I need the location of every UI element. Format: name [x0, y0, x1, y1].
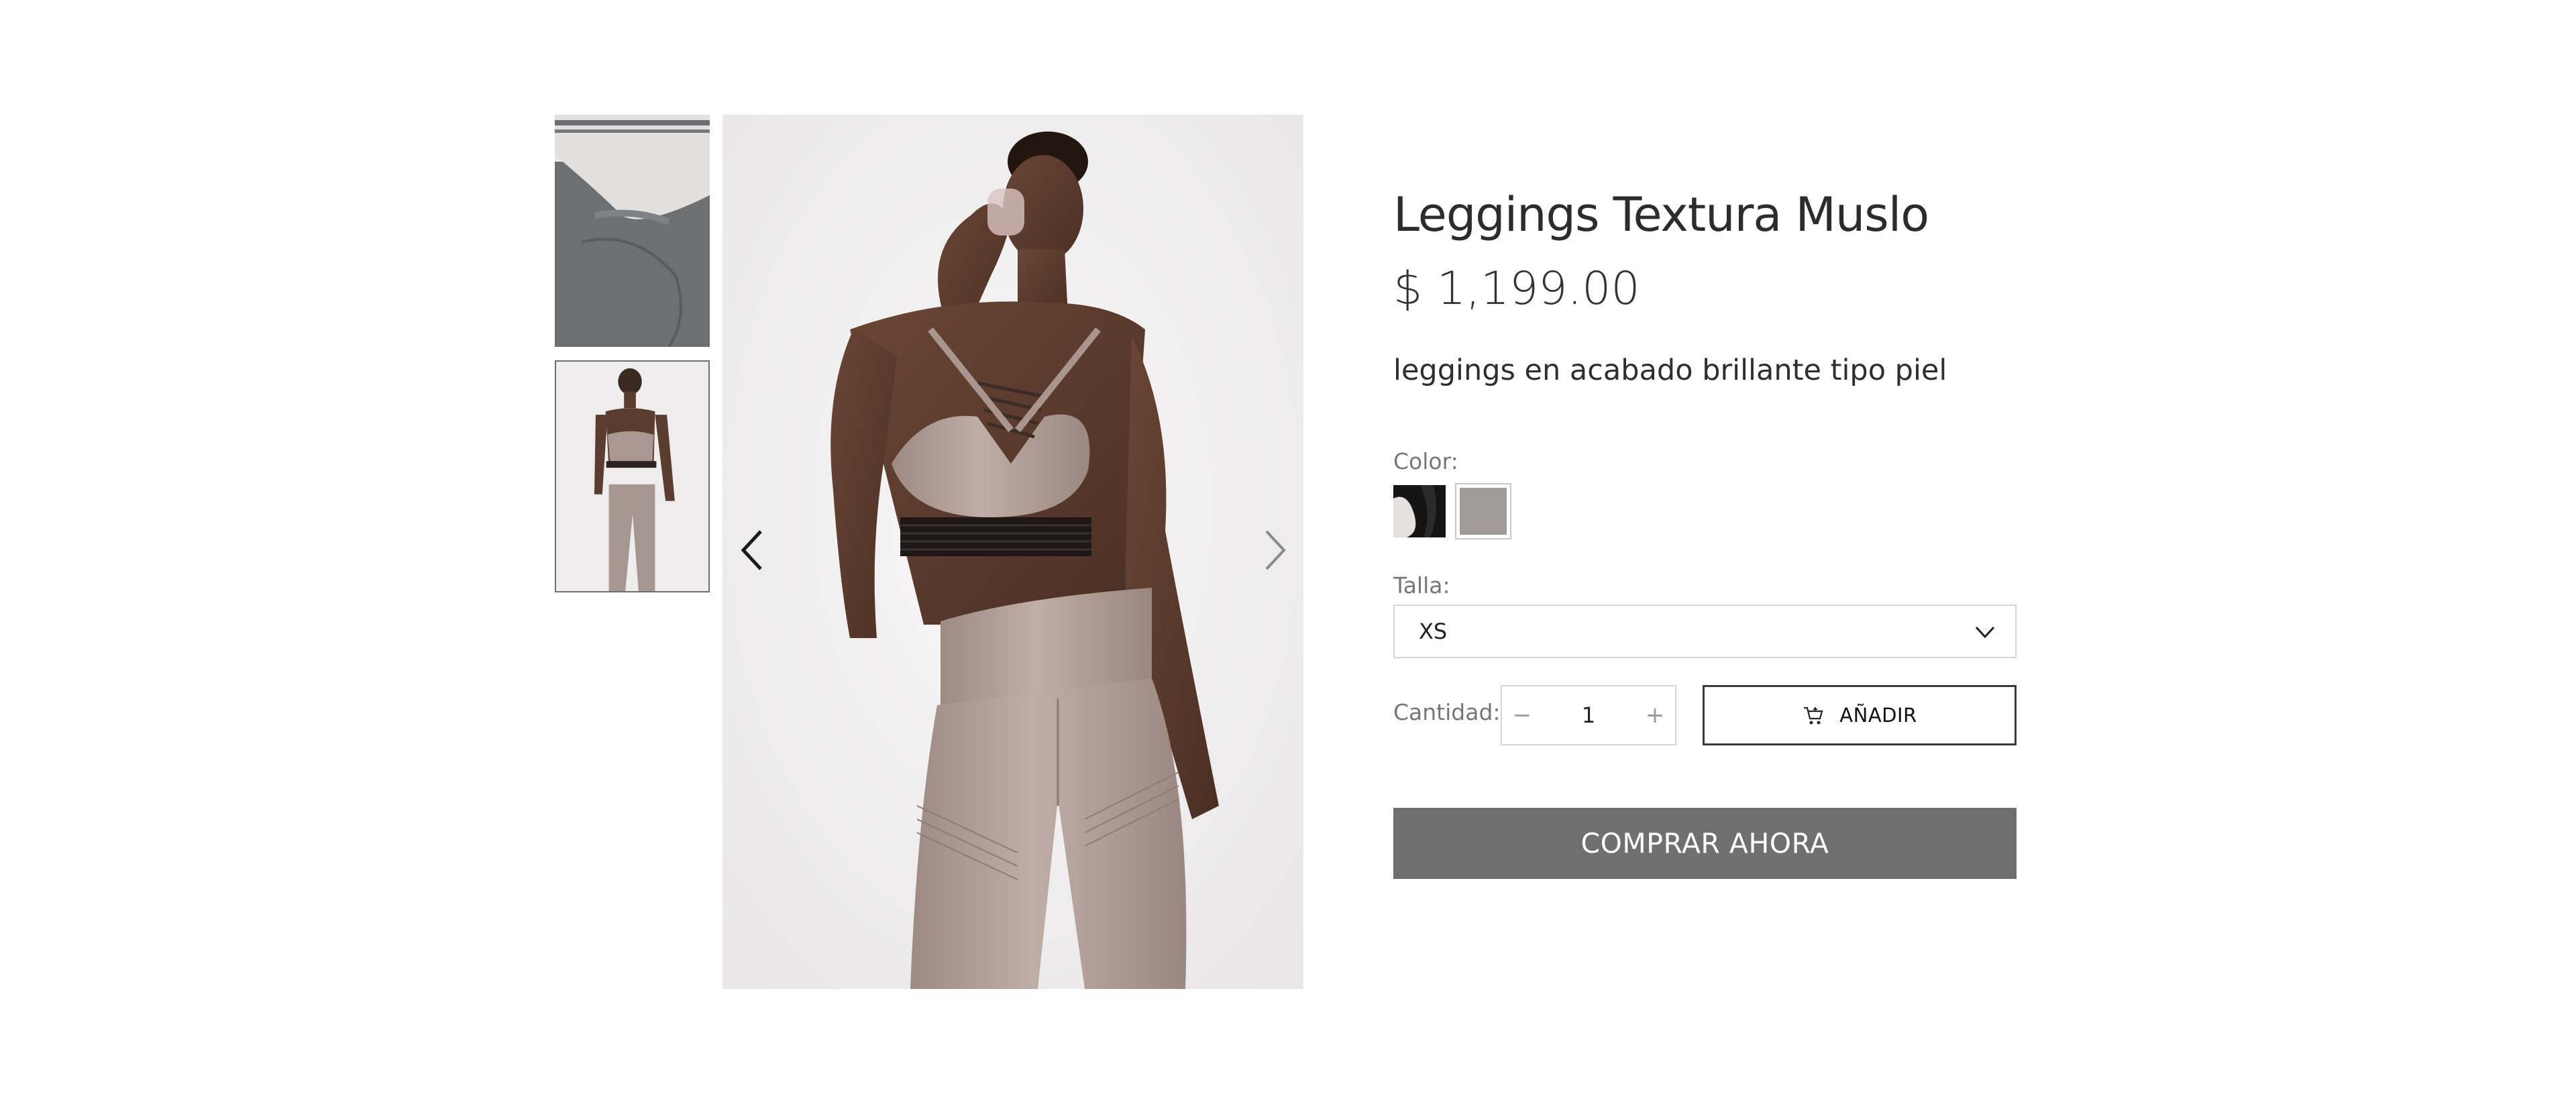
- color-swatch-black[interactable]: [1393, 485, 1446, 537]
- chevron-left-icon: [741, 530, 762, 570]
- product-price: $ 1,199.00: [1393, 262, 1640, 315]
- thumbnail-image: [555, 115, 710, 347]
- chevron-down-icon: [1975, 626, 1995, 639]
- quantity-decrement-button[interactable]: −: [1502, 686, 1542, 744]
- thumbnail-image: [556, 362, 708, 591]
- cart-icon: [1804, 707, 1823, 725]
- buy-now-button[interactable]: COMPRAR AHORA: [1393, 808, 2017, 879]
- swatch-fill: [1460, 488, 1507, 535]
- size-select[interactable]: XS: [1393, 605, 2017, 658]
- thumbnail-back-detail[interactable]: [555, 115, 710, 347]
- add-to-cart-button[interactable]: AÑADIR: [1703, 685, 2017, 745]
- quantity-label: Cantidad:: [1393, 699, 1501, 725]
- quantity-increment-button[interactable]: +: [1635, 686, 1675, 744]
- color-label: Color:: [1393, 448, 1458, 474]
- product-title: Leggings Textura Muslo: [1393, 187, 1929, 242]
- quantity-stepper: − 1 +: [1501, 685, 1676, 745]
- gallery-prev-arrow[interactable]: [733, 523, 773, 577]
- main-product-image: [722, 115, 1303, 989]
- add-to-cart-label: AÑADIR: [1839, 704, 1917, 727]
- thumbnail-model-front[interactable]: [555, 360, 710, 592]
- chevron-right-icon: [1265, 530, 1286, 570]
- color-swatch-taupe[interactable]: [1455, 483, 1511, 539]
- size-label: Talla:: [1393, 572, 1450, 598]
- gallery-next-arrow[interactable]: [1254, 523, 1295, 577]
- product-description: leggings en acabado brillante tipo piel: [1393, 354, 1947, 387]
- quantity-input[interactable]: 1: [1542, 686, 1635, 744]
- size-select-value: XS: [1419, 619, 1448, 644]
- swatch-image: [1393, 485, 1446, 537]
- product-photo: [722, 115, 1303, 989]
